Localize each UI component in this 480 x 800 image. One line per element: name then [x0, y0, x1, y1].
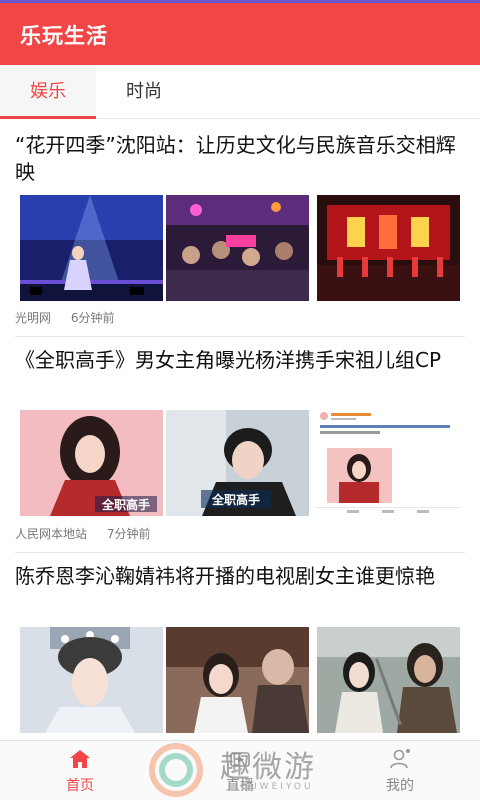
- nav-label: 首页: [66, 778, 94, 794]
- news-feed: “花开四季”沈阳站：让历史文化与民族音乐交相辉映 光明网 6分钟前 《全职高手》…: [0, 120, 480, 740]
- bottom-navigation: 首页 直播 我的: [0, 740, 480, 800]
- category-tabs: 娱乐 时尚: [0, 65, 480, 119]
- nav-label: 我的: [386, 778, 414, 794]
- profile-icon: [390, 749, 410, 769]
- app-title: 乐玩生活: [20, 24, 108, 48]
- tab-entertainment[interactable]: 娱乐: [0, 65, 96, 119]
- news-images: [20, 195, 466, 301]
- stage-singer-photo: [20, 195, 163, 301]
- tab-label: 时尚: [126, 81, 162, 102]
- news-images: [20, 627, 466, 733]
- active-tab-indicator: [0, 116, 96, 119]
- weibo-post-screenshot: [317, 410, 460, 516]
- news-meta: 人民网本地站 7分钟前: [15, 525, 166, 542]
- news-time: 7分钟前: [106, 527, 151, 541]
- nav-label: 直播: [226, 778, 254, 794]
- news-meta: 光明网 6分钟前: [15, 309, 130, 326]
- drama-still-photo: [166, 627, 309, 733]
- nav-home[interactable]: 首页: [0, 741, 160, 800]
- live-icon: [230, 752, 250, 767]
- news-title: 《全职高手》男女主角曝光杨洋携手宋祖儿组CP: [15, 348, 442, 372]
- news-title: “花开四季”沈阳站：让历史文化与民族音乐交相辉映: [15, 133, 456, 184]
- stage-dancers-photo: [317, 195, 460, 301]
- poster-text: 全职高手: [211, 492, 260, 507]
- news-time: 6分钟前: [70, 311, 115, 325]
- news-source: 光明网: [15, 311, 52, 325]
- tab-fashion[interactable]: 时尚: [96, 65, 192, 119]
- poster-text: 全职高手: [101, 497, 150, 512]
- swordsman-still-photo: [317, 627, 460, 733]
- nav-live[interactable]: 直播: [160, 741, 320, 800]
- app-bar: 乐玩生活: [0, 3, 480, 65]
- divider: [15, 552, 465, 553]
- news-title: 陈乔恩李沁鞠婧祎将开播的电视剧女主谁更惊艳: [15, 564, 435, 588]
- nav-profile[interactable]: 我的: [320, 741, 480, 800]
- concert-crowd-photo: [166, 195, 309, 301]
- actress-poster-photo: 全职高手: [20, 410, 163, 516]
- home-icon: [70, 750, 90, 768]
- costume-actress-photo: [20, 627, 163, 733]
- news-source: 人民网本地站: [15, 527, 88, 541]
- actor-poster-photo: 全职高手: [166, 410, 309, 516]
- divider: [15, 336, 465, 337]
- tab-label: 娱乐: [30, 81, 66, 102]
- news-images: 全职高手 全职高手: [20, 410, 466, 516]
